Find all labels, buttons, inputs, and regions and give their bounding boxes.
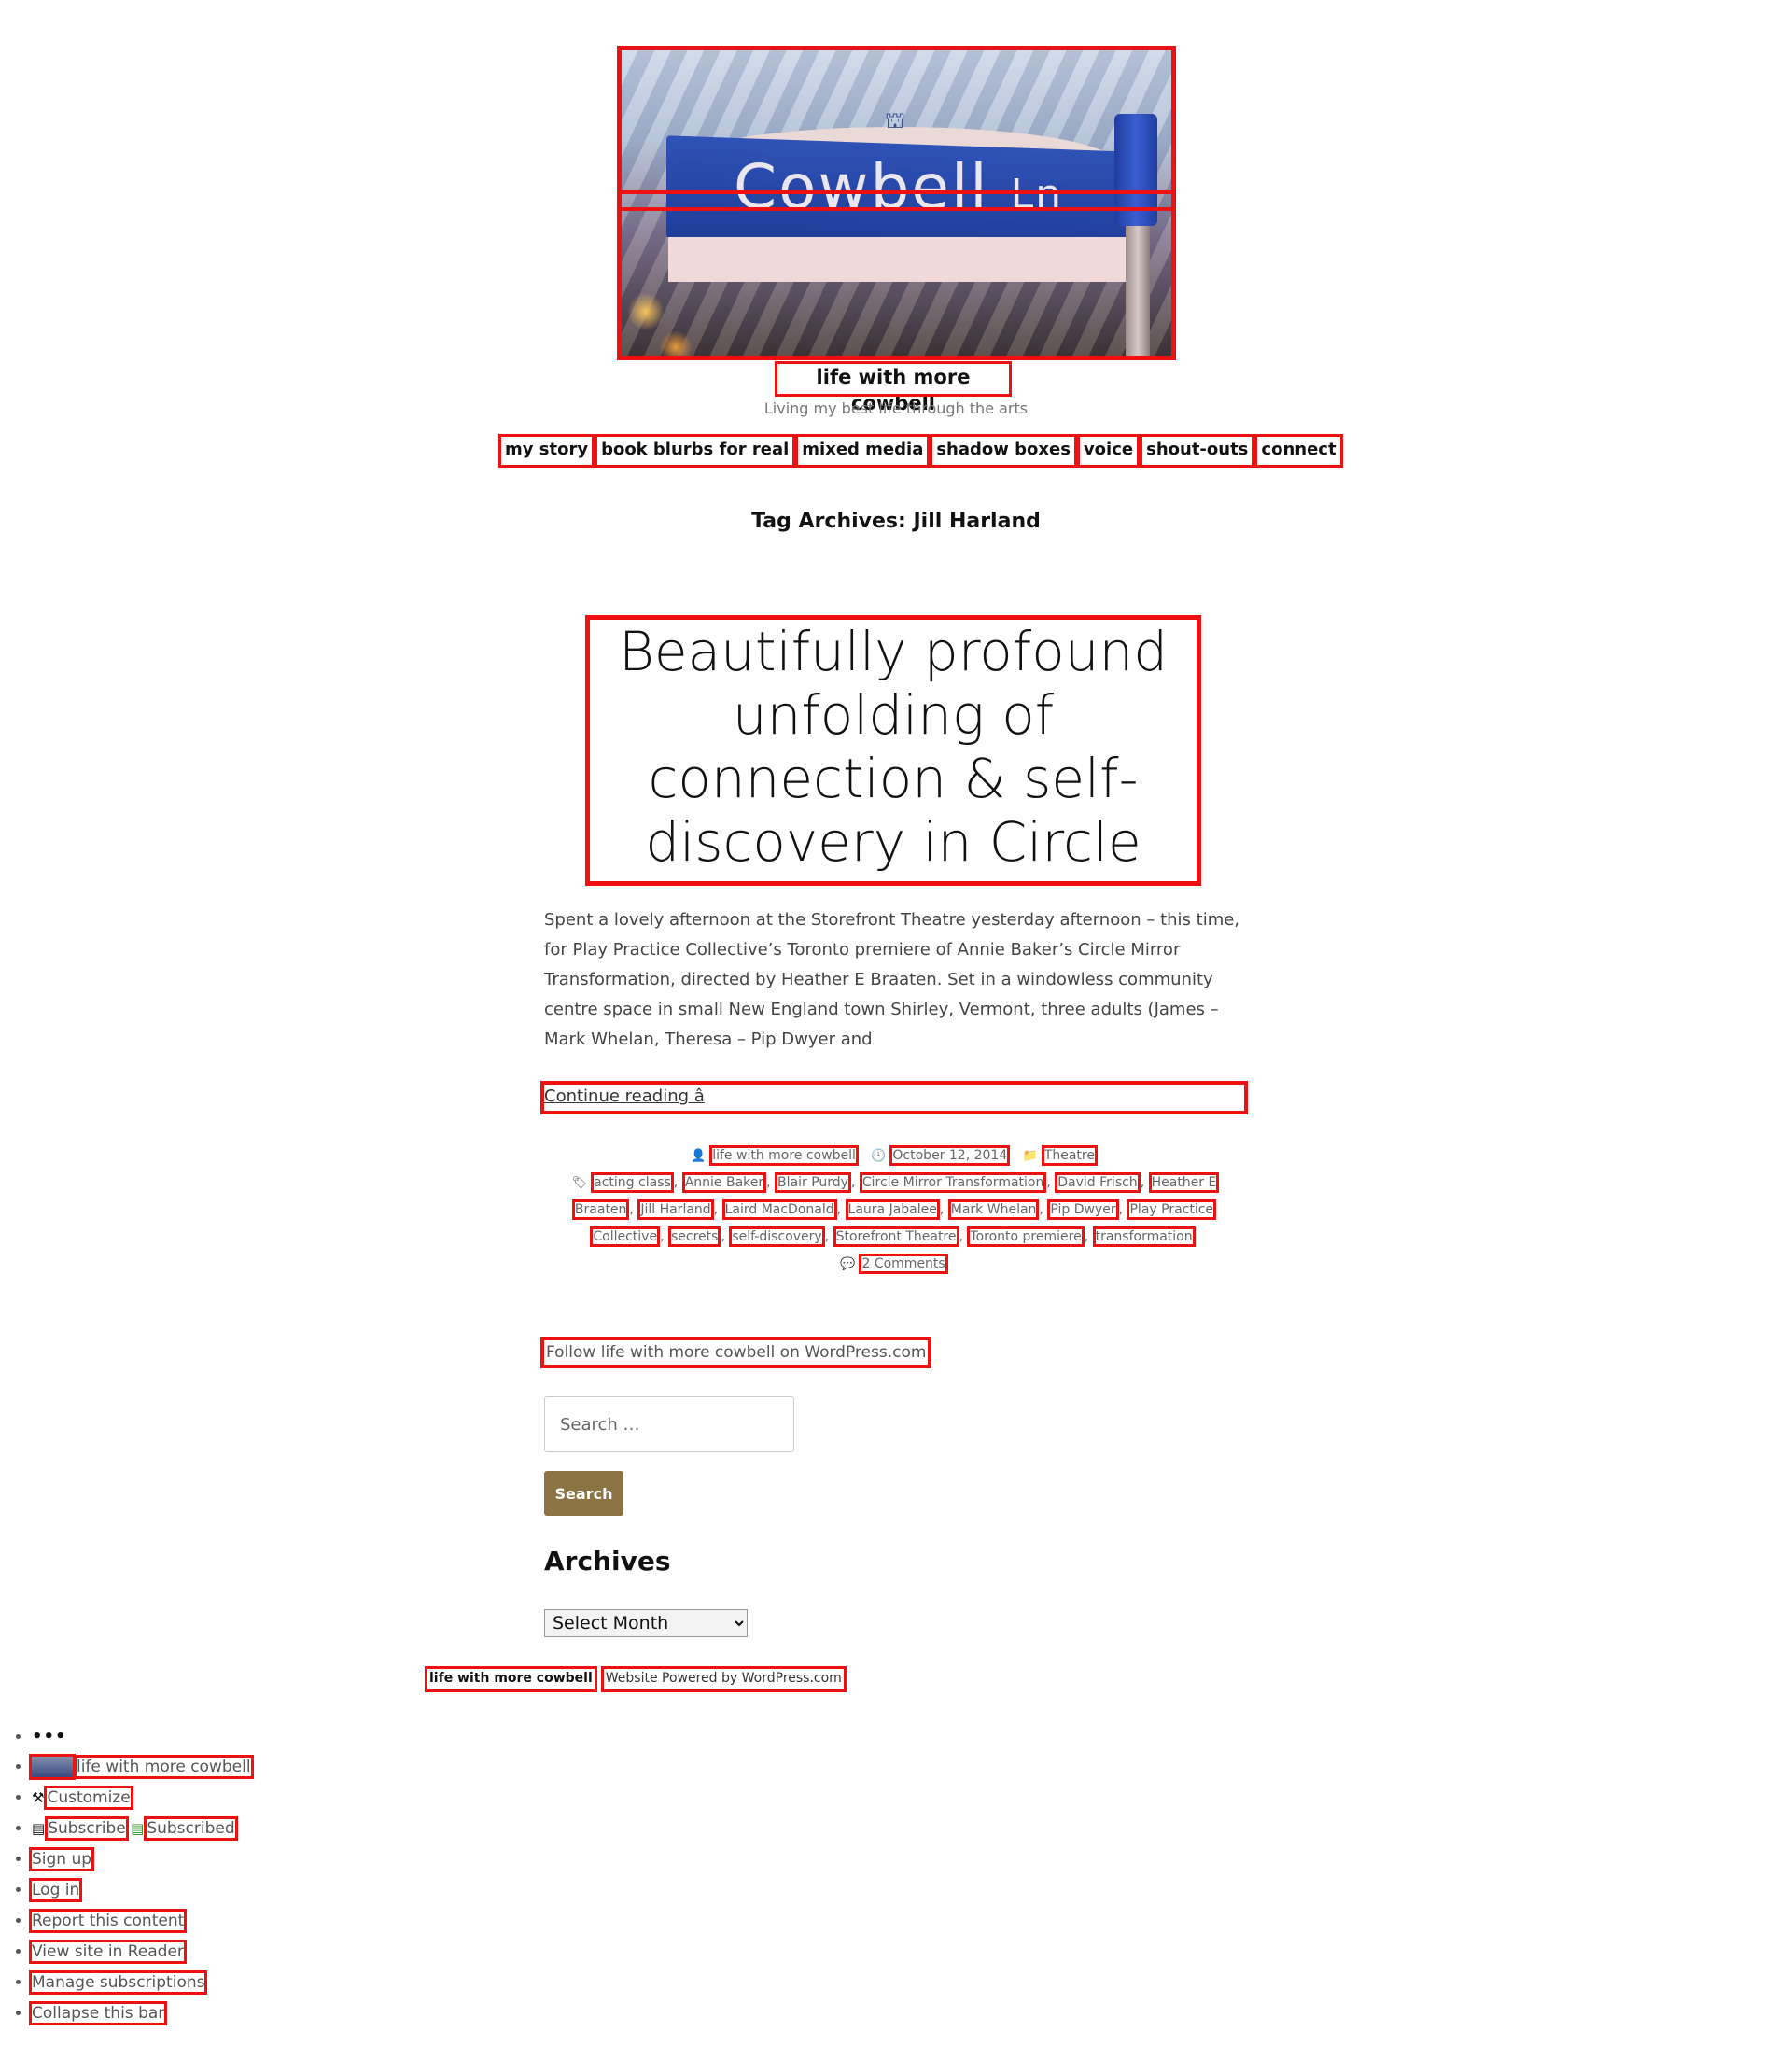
admin-bar-item: ▤Subscribe ▤Subscribed [32, 1814, 251, 1844]
tag-link[interactable]: Toronto premiere [967, 1226, 1085, 1247]
bokeh-light [627, 293, 665, 330]
street-sign-text: Cowbell Ln [734, 151, 1064, 223]
admin-bar-item: ⚒Customize [32, 1783, 251, 1814]
admin-bar-item: Sign up [28, 1844, 251, 1875]
author-icon: 👤 [691, 1149, 707, 1163]
footer-site-link[interactable]: life with more cowbell [425, 1666, 597, 1692]
comments-line: 💬 2 Comments [544, 1251, 1244, 1278]
tag-link[interactable]: Circle Mirror Transformation [859, 1172, 1047, 1193]
sign-post [1126, 226, 1150, 356]
admin-bar-item: View site in Reader [29, 1937, 251, 1968]
site-avatar[interactable] [29, 1754, 76, 1780]
manage-subscriptions-link[interactable]: Manage subscriptions [28, 1970, 208, 1995]
post-excerpt: Spent a lovely afternoon at the Storefro… [544, 910, 1240, 1049]
admin-site-link[interactable]: life with more cowbell [74, 1755, 254, 1779]
clock-icon: 🕓 [871, 1149, 887, 1163]
admin-bar-item: life with more cowbell [29, 1752, 254, 1783]
image-map-strip [622, 190, 1171, 211]
tag-link[interactable]: David Frisch [1055, 1172, 1141, 1193]
tags-list: 🏷 acting class, Annie Baker, Blair Purdy,… [571, 1172, 1220, 1247]
view-in-reader-link[interactable]: View site in Reader [29, 1940, 187, 1964]
sign-up-link[interactable]: Sign up [28, 1847, 95, 1871]
more-icon[interactable]: ••• [32, 1727, 67, 1746]
header-image-link[interactable]: ⛫ Cowbell Ln [617, 46, 1176, 360]
subscribed-icon: ▤ [131, 1820, 145, 1837]
sign-plate [668, 237, 1135, 282]
site-tagline: Living my best life through the arts [763, 399, 1029, 417]
subscribed-link[interactable]: Subscribed [144, 1816, 238, 1841]
admin-bar-menu-item: • •• [32, 1721, 251, 1752]
subscribe-icon: ▤ [32, 1820, 46, 1837]
meta-line-1: 👤 life with more cowbell 🕓 October 12, 201… [544, 1142, 1244, 1170]
post-title-link[interactable]: Beautifully profound unfolding of connec… [585, 615, 1201, 886]
admin-bar-item: Report this content [28, 1906, 251, 1937]
nav-item-shout-outs[interactable]: shout-outs [1140, 434, 1255, 468]
nav-item-my-story[interactable]: my story [497, 434, 595, 468]
search-button[interactable]: Search [544, 1471, 623, 1516]
tag-link[interactable]: acting class [591, 1172, 674, 1193]
author-link[interactable]: life with more cowbell [709, 1145, 859, 1166]
customize-link[interactable]: Customize [44, 1786, 133, 1810]
tag-icon: 🏷 [571, 1176, 588, 1190]
comments-link[interactable]: 2 Comments [859, 1254, 948, 1274]
archive-title: Tag Archives: Jill Harland [751, 510, 1041, 533]
category-link[interactable]: Theatre [1041, 1145, 1098, 1166]
admin-bar-item: Collapse this bar [28, 1998, 251, 2029]
site-footer: life with more cowbell Website Powered b… [425, 1666, 847, 1692]
tag-link[interactable]: Annie Baker [681, 1172, 767, 1193]
main-navigation: my story book blurbs for real mixed medi… [497, 434, 1343, 468]
nav-item-mixed-media[interactable]: mixed media [795, 434, 931, 468]
footer-powered-by-link[interactable]: Website Powered by WordPress.com [600, 1666, 847, 1692]
nav-item-shadow-boxes[interactable]: shadow boxes [930, 434, 1077, 468]
tag-link[interactable]: Storefront Theatre [833, 1226, 959, 1247]
tag-link[interactable]: Blair Purdy [775, 1172, 851, 1193]
admin-bar: ••• life with more cowbell ⚒Customize ▤S… [0, 1721, 254, 2029]
site-title[interactable]: life with more cowbell [775, 361, 1012, 414]
city-logo-icon: ⛫ [885, 108, 906, 133]
tag-link[interactable]: Laird MacDonald [721, 1199, 837, 1220]
customize-icon: ⚒ [32, 1789, 45, 1806]
tag-link[interactable]: Jill Harland [637, 1199, 714, 1220]
nav-item-connect[interactable]: connect [1254, 434, 1343, 468]
tag-link[interactable]: Pip Dwyer [1047, 1199, 1119, 1220]
search-input[interactable] [544, 1396, 794, 1452]
report-content-link[interactable]: Report this content [28, 1909, 188, 1933]
archives-widget-title: Archives [544, 1546, 671, 1577]
collapse-bar-link[interactable]: Collapse this bar [28, 2001, 168, 2025]
subscribe-link[interactable]: Subscribe [45, 1816, 129, 1841]
archives-dropdown[interactable]: Select Month [544, 1609, 748, 1637]
comment-icon: 💬 [840, 1257, 856, 1271]
nav-item-voice[interactable]: voice [1076, 434, 1141, 468]
continue-reading-link[interactable]: Continue reading â [540, 1081, 1248, 1114]
admin-bar-item: Manage subscriptions [28, 1968, 251, 1998]
nav-item-book-blurbs[interactable]: book blurbs for real [595, 434, 796, 468]
tag-link[interactable]: transformation [1092, 1226, 1196, 1247]
tag-link[interactable]: Mark Whelan [947, 1199, 1040, 1220]
admin-bar-item: Log in [28, 1875, 251, 1906]
date-link[interactable]: October 12, 2014 [889, 1145, 1011, 1166]
tag-link[interactable]: secrets [667, 1226, 721, 1247]
log-in-link[interactable]: Log in [28, 1878, 83, 1902]
tag-link[interactable]: self-discovery [729, 1226, 825, 1247]
follow-link[interactable]: Follow life with more cowbell on WordPre… [539, 1337, 932, 1368]
folder-icon: 📁 [1022, 1149, 1038, 1163]
tag-link[interactable]: Laura Jabalee [845, 1199, 940, 1220]
bokeh-light [659, 330, 693, 356]
post-meta: 👤 life with more cowbell 🕓 October 12, 201… [544, 1142, 1244, 1278]
